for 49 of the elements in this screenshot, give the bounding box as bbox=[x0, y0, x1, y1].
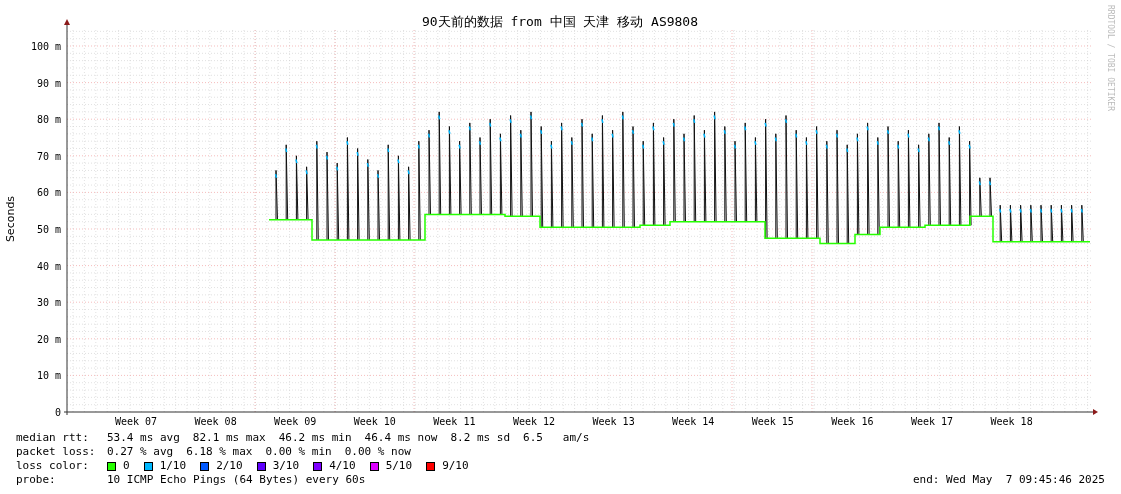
y-tick-label: 60 m bbox=[36, 187, 61, 199]
y-tick-label: 50 m bbox=[36, 224, 61, 235]
x-tick-label: Week 11 bbox=[433, 416, 476, 427]
legend-value: 10 ICMP Echo Pings (64 Bytes) every 60s bbox=[107, 473, 366, 487]
graph-title: 90天前的数据 from 中国 天津 移动 AS9808 bbox=[421, 14, 699, 29]
y-tick-label: 100 m bbox=[30, 41, 61, 52]
y-tick-label: 40 m bbox=[36, 260, 61, 272]
x-tick-label: Week 13 bbox=[592, 416, 635, 427]
legend-value: 2/10 bbox=[216, 459, 243, 473]
axis-label: Seconds bbox=[4, 195, 17, 243]
x-tick-label: Week 18 bbox=[990, 416, 1033, 427]
end-time: end: Wed May 7 09:45:46 2025 bbox=[912, 473, 1105, 487]
y-tick-label: 90 m bbox=[36, 77, 61, 89]
legend-value: 6.18 % max bbox=[186, 445, 253, 459]
y-tick-label: 30 m bbox=[36, 297, 61, 309]
x-tick-label: Week 15 bbox=[751, 416, 794, 427]
y-tick-label: 0 bbox=[54, 407, 61, 418]
x-tick-label: Week 10 bbox=[353, 416, 396, 427]
legend-value: 46.4 ms now bbox=[364, 431, 438, 445]
legend-value: 82.1 ms max bbox=[192, 431, 266, 445]
legend-value: 0.00 % now bbox=[344, 445, 411, 459]
x-tick-label: Week 12 bbox=[512, 416, 556, 427]
legend-label: packet loss: bbox=[16, 445, 97, 459]
y-tick-label: 10 m bbox=[36, 370, 61, 382]
legend-value: 1/10 bbox=[159, 459, 187, 473]
x-tick-label: Week 17 bbox=[910, 416, 954, 427]
legend-value: 46.2 ms min bbox=[278, 431, 352, 445]
legend-value: 6.5 am/s bbox=[523, 431, 590, 445]
y-tick-label: 70 m bbox=[36, 150, 61, 162]
legend-label: loss color: bbox=[16, 459, 90, 473]
x-tick-label: Week 07 bbox=[114, 416, 158, 427]
y-tick-label: 80 m bbox=[36, 114, 61, 126]
x-tick-label: Week 16 bbox=[831, 416, 874, 427]
legend-value: 0.27 % avg bbox=[107, 445, 174, 459]
legend-value: 5/10 bbox=[385, 459, 413, 473]
x-tick-label: Week 09 bbox=[274, 416, 317, 427]
legend-value: 4/10 bbox=[329, 459, 356, 473]
credit-text: RRDTOOL / TOBI OETIKER bbox=[1106, 5, 1115, 111]
legend-value: 3/10 bbox=[272, 459, 300, 473]
y-tick-label: 20 m bbox=[36, 333, 61, 345]
legend-value: 8.2 ms sd bbox=[450, 431, 511, 445]
x-tick-label: Week 14 bbox=[672, 416, 715, 427]
legend-value: 9/10 bbox=[442, 459, 469, 473]
legend-label: probe: bbox=[16, 473, 57, 487]
legend-value: 0.00 % min bbox=[265, 445, 332, 459]
legend-value: 0 bbox=[123, 459, 130, 473]
legend-label: median rtt: bbox=[16, 431, 90, 445]
x-tick-label: Week 08 bbox=[194, 416, 237, 427]
legend-value: 53.4 ms avg bbox=[107, 431, 180, 445]
